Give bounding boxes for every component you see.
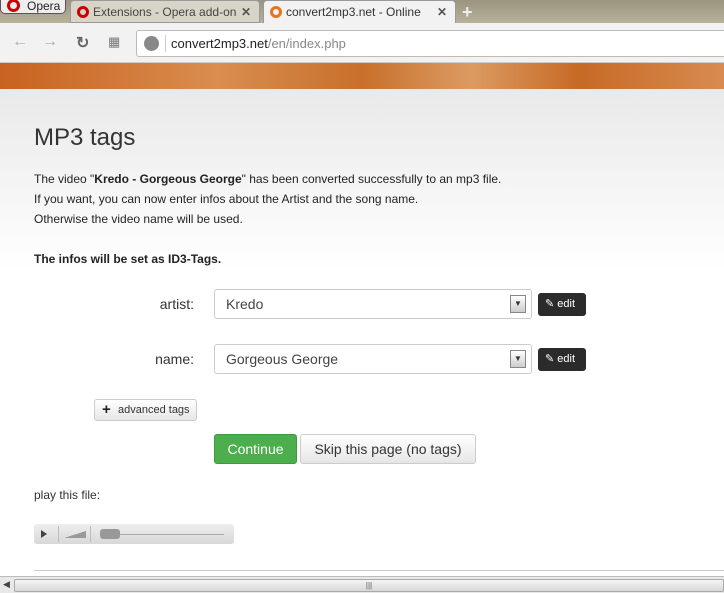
- url-host: convert2mp3.net: [171, 36, 268, 51]
- opera-label: Opera: [27, 0, 61, 13]
- close-tab-icon[interactable]: ✕: [437, 1, 447, 23]
- artist-edit-button[interactable]: ✎ edit: [538, 293, 586, 316]
- intro-pre: The video ": [34, 172, 95, 186]
- plus-icon: +: [102, 401, 111, 418]
- site-info-icon[interactable]: [144, 36, 159, 51]
- audio-player: [34, 524, 234, 544]
- pencil-icon: ✎: [545, 353, 555, 365]
- advanced-tags-button[interactable]: + advanced tags: [94, 399, 197, 421]
- new-tab-button[interactable]: +: [462, 2, 473, 23]
- pencil-icon: ✎: [545, 298, 555, 310]
- tab-strip: Opera Extensions - Opera add-on ✕ convert…: [0, 0, 724, 23]
- divider: [165, 35, 166, 52]
- continue-button[interactable]: Continue: [214, 434, 297, 464]
- artist-value: Kredo: [226, 296, 264, 312]
- chevron-down-icon[interactable]: ▼: [510, 350, 526, 368]
- intro-line-3: Otherwise the video name will be used.: [34, 212, 243, 226]
- intro-post: " has been converted successfully to an …: [241, 172, 502, 186]
- browser-toolbar: ← → ↻ ▦ convert2mp3.net/en/index.php: [0, 23, 724, 63]
- play-icon[interactable]: [41, 530, 47, 538]
- volume-icon[interactable]: [64, 531, 86, 538]
- chevron-down-icon[interactable]: ▼: [510, 295, 526, 313]
- reload-icon[interactable]: ↻: [76, 33, 89, 53]
- tab-extensions[interactable]: Extensions - Opera add-on ✕: [70, 0, 260, 23]
- site-favicon-icon: [270, 6, 282, 18]
- advanced-tags-label: advanced tags: [118, 404, 190, 416]
- scroll-left-icon[interactable]: ◀: [3, 579, 10, 590]
- address-bar[interactable]: convert2mp3.net/en/index.php: [136, 30, 724, 57]
- seek-handle[interactable]: [100, 529, 120, 539]
- video-name: Kredo - Gorgeous George: [94, 172, 242, 186]
- intro-line-2: If you want, you can now enter infos abo…: [34, 192, 419, 206]
- name-label: name:: [155, 351, 194, 367]
- artist-label: artist:: [159, 296, 194, 312]
- name-value: Gorgeous George: [226, 351, 339, 367]
- back-icon[interactable]: ←: [12, 33, 28, 51]
- site-banner: [0, 63, 724, 89]
- artist-select[interactable]: Kredo ▼: [214, 289, 532, 319]
- divider: [58, 526, 59, 542]
- opera-menu-button[interactable]: Opera: [0, 0, 66, 14]
- edit-label: edit: [557, 298, 576, 310]
- forward-icon[interactable]: →: [42, 33, 58, 51]
- id3-note: The infos will be set as ID3-Tags.: [34, 252, 222, 266]
- opera-logo-icon: [7, 0, 20, 12]
- url-path: /en/index.php: [267, 36, 346, 51]
- name-select[interactable]: Gorgeous George ▼: [214, 344, 532, 374]
- tab-title: Extensions - Opera add-on: [93, 5, 237, 19]
- tab-convert2mp3[interactable]: convert2mp3.net - Online ✕: [263, 0, 456, 23]
- tab-title: convert2mp3.net - Online: [286, 5, 421, 19]
- horizontal-scrollbar[interactable]: ◀ |||: [0, 576, 724, 593]
- edit-label: edit: [557, 353, 576, 365]
- name-edit-button[interactable]: ✎ edit: [538, 348, 586, 371]
- divider: [34, 570, 724, 571]
- scrollbar-thumb[interactable]: |||: [14, 579, 724, 592]
- opera-icon: [77, 6, 89, 18]
- skip-button[interactable]: Skip this page (no tags): [300, 434, 476, 464]
- page-background: [0, 89, 724, 576]
- speed-dial-icon[interactable]: ▦: [108, 34, 120, 50]
- close-tab-icon[interactable]: ✕: [241, 1, 251, 22]
- intro-text: The video "Kredo - Gorgeous George" has …: [34, 172, 501, 186]
- page-title: MP3 tags: [34, 124, 136, 151]
- play-label: play this file:: [34, 488, 101, 502]
- divider: [90, 526, 91, 542]
